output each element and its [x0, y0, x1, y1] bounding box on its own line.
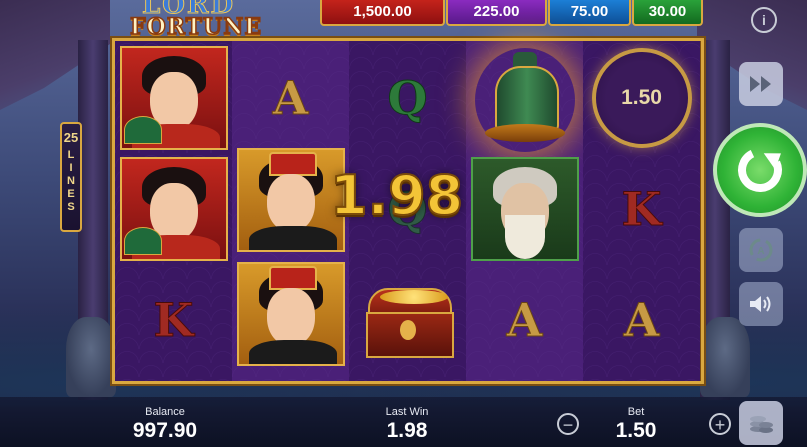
coin-symbol: 1.50	[591, 48, 692, 148]
lines-letter: S	[67, 201, 75, 213]
lines-letter: L	[67, 149, 75, 161]
lines-count: 25	[63, 130, 79, 145]
last-win-label: Last Win	[385, 406, 429, 418]
reel2-row3	[232, 259, 349, 369]
bet-value: 1.50	[615, 419, 657, 442]
fast-forward-icon	[750, 76, 771, 92]
letter-k-symbol: K	[153, 293, 194, 348]
jackpot-major: 225.00	[446, 0, 547, 26]
treasure-chest-symbol	[364, 284, 454, 358]
reel1-row2	[115, 154, 232, 264]
coins-stack-icon	[750, 416, 773, 433]
reel4-row3: A	[466, 265, 583, 375]
bet-label: Bet	[627, 406, 645, 418]
geisha-symbol	[119, 46, 228, 150]
last-win-value: 1.98	[386, 419, 428, 442]
reel-1: K	[115, 41, 232, 381]
reel-4: A	[466, 41, 583, 381]
bet-decrease-button[interactable]: −	[557, 413, 579, 435]
reel-5: 1.50 K A	[583, 41, 700, 381]
reel2-row1: A	[232, 43, 349, 153]
letter-k-symbol: K	[621, 182, 662, 237]
sound-button[interactable]	[739, 282, 783, 326]
old-sage-symbol	[470, 157, 579, 261]
coin-value: 1.50	[621, 86, 662, 109]
stone-lion-left	[66, 317, 116, 397]
letter-a-symbol: A	[272, 71, 309, 126]
lines-badge: 25 L I N E S	[60, 122, 82, 232]
lines-letter: E	[67, 188, 75, 200]
jackpot-minor: 75.00	[548, 0, 631, 26]
spin-arrow-icon	[731, 141, 789, 199]
lines-letter: I	[69, 162, 73, 174]
svg-text:A: A	[757, 246, 764, 257]
reel5-row3: A	[583, 265, 700, 375]
jackpot-grand: 1,500.00	[320, 0, 445, 26]
logo-line2: FORTUNE	[129, 13, 263, 41]
info-button[interactable]: i	[751, 7, 777, 33]
reel4-row1	[466, 43, 583, 153]
letter-a-symbol: A	[623, 293, 660, 348]
game-logo: LORD FORTUNE	[112, 0, 312, 41]
spin-button[interactable]	[713, 123, 807, 217]
stone-lion-right	[700, 317, 750, 397]
jackpot-mini: 30.00	[632, 0, 703, 26]
reel5-row1: 1.50	[583, 43, 700, 153]
reel1-row1	[115, 43, 232, 153]
reel3-row1: Q	[349, 43, 466, 153]
reel5-row2: K	[583, 154, 700, 264]
autoplay-button[interactable]: A	[739, 228, 783, 272]
reel3-row3	[349, 265, 466, 375]
turbo-button[interactable]	[739, 62, 783, 106]
speaker-icon	[750, 296, 771, 312]
warrior-symbol	[236, 148, 345, 252]
reel4-row2	[466, 154, 583, 264]
letter-q-symbol: Q	[387, 71, 428, 126]
bronze-bell-symbol	[484, 52, 565, 144]
bet-settings-button[interactable]	[739, 401, 783, 445]
letter-a-symbol: A	[506, 293, 543, 348]
bet-increase-button[interactable]: +	[709, 413, 731, 435]
warrior-symbol	[236, 262, 345, 366]
balance-value: 997.90	[132, 419, 198, 442]
lines-letter: N	[67, 175, 75, 187]
autoplay-icon: A	[749, 238, 773, 262]
reel1-row3: K	[115, 265, 232, 375]
balance-label: Balance	[145, 406, 185, 418]
geisha-symbol	[119, 157, 228, 261]
win-amount-display: 1.98	[329, 163, 464, 228]
